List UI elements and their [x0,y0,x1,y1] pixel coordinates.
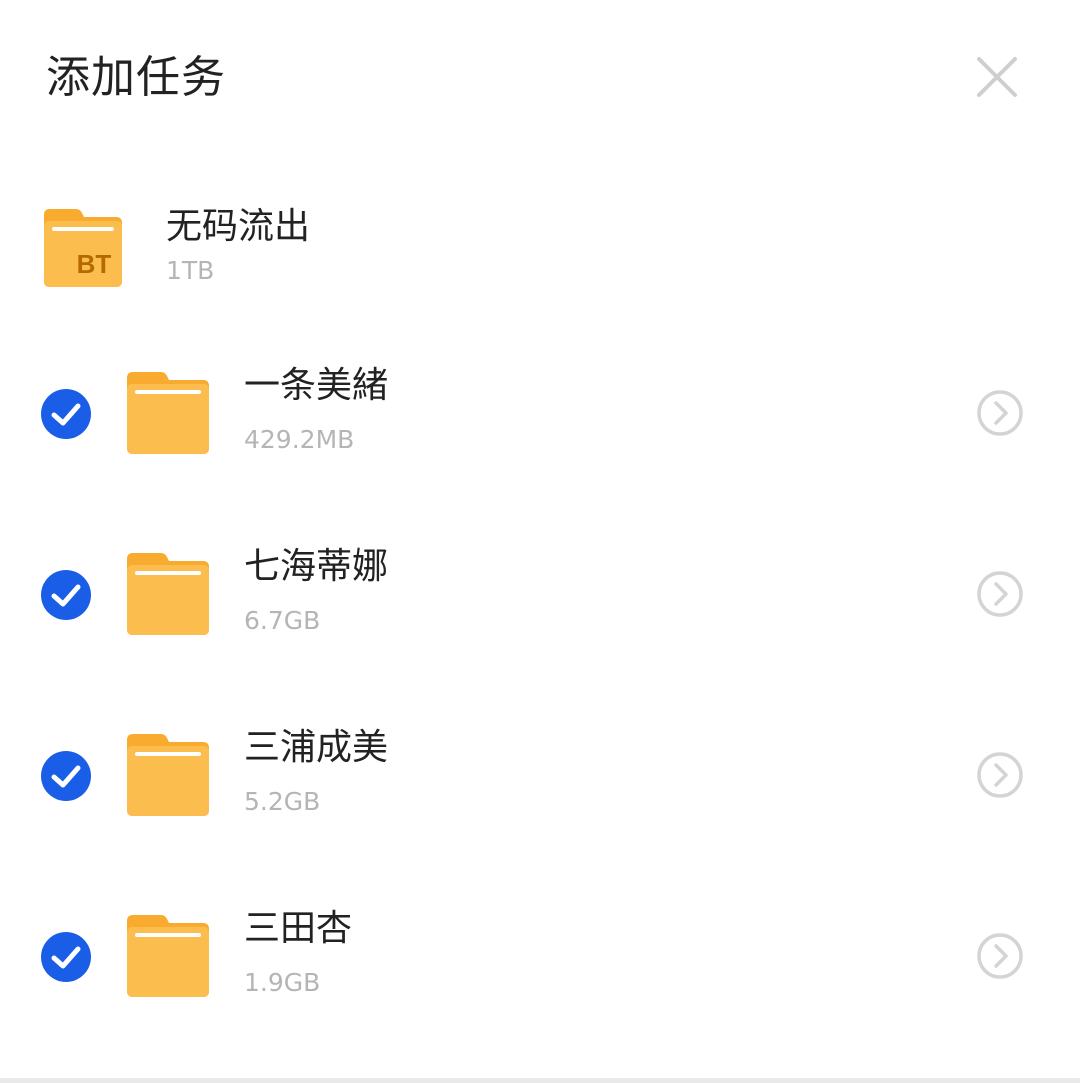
checkbox-checked-icon[interactable] [40,931,92,983]
root-bt-folder: BT 无码流出 1TB [0,195,1080,295]
item-name: 七海蒂娜 [244,546,389,587]
root-folder-size: 1TB [166,256,215,285]
bt-badge: BT [77,249,112,279]
item-name: 三田杏 [244,908,353,949]
folder-icon [125,732,211,820]
bt-folder-icon: BT [42,207,124,291]
list-item[interactable]: 一条美緒 429.2MB [0,360,1080,470]
item-size: 429.2MB [244,425,355,454]
checkbox-checked-icon[interactable] [40,750,92,802]
checkbox-checked-icon[interactable] [40,569,92,621]
close-icon[interactable] [972,52,1022,102]
chevron-right-icon[interactable] [975,388,1025,438]
dialog-title: 添加任务 [46,52,226,103]
chevron-right-icon[interactable] [975,750,1025,800]
item-name: 一条美緒 [244,365,389,406]
list-item[interactable]: 三田杏 1.9GB [0,903,1080,1013]
chevron-right-icon[interactable] [975,931,1025,981]
folder-icon [125,551,211,639]
list-item[interactable]: 七海蒂娜 6.7GB [0,541,1080,651]
item-name: 三浦成美 [244,727,389,768]
list-item[interactable]: 三浦成美 5.2GB [0,722,1080,832]
add-task-dialog: 添加任务 BT 无码流出 1TB 一条美緒 429.2MB 七海蒂娜 6.7GB… [0,0,1080,1083]
item-size: 1.9GB [244,968,321,997]
folder-icon [125,913,211,1001]
chevron-right-icon[interactable] [975,569,1025,619]
bottom-divider [0,1078,1080,1083]
root-folder-name: 无码流出 [166,206,311,247]
item-size: 6.7GB [244,606,321,635]
folder-icon [125,370,211,458]
checkbox-checked-icon[interactable] [40,388,92,440]
item-size: 5.2GB [244,787,321,816]
